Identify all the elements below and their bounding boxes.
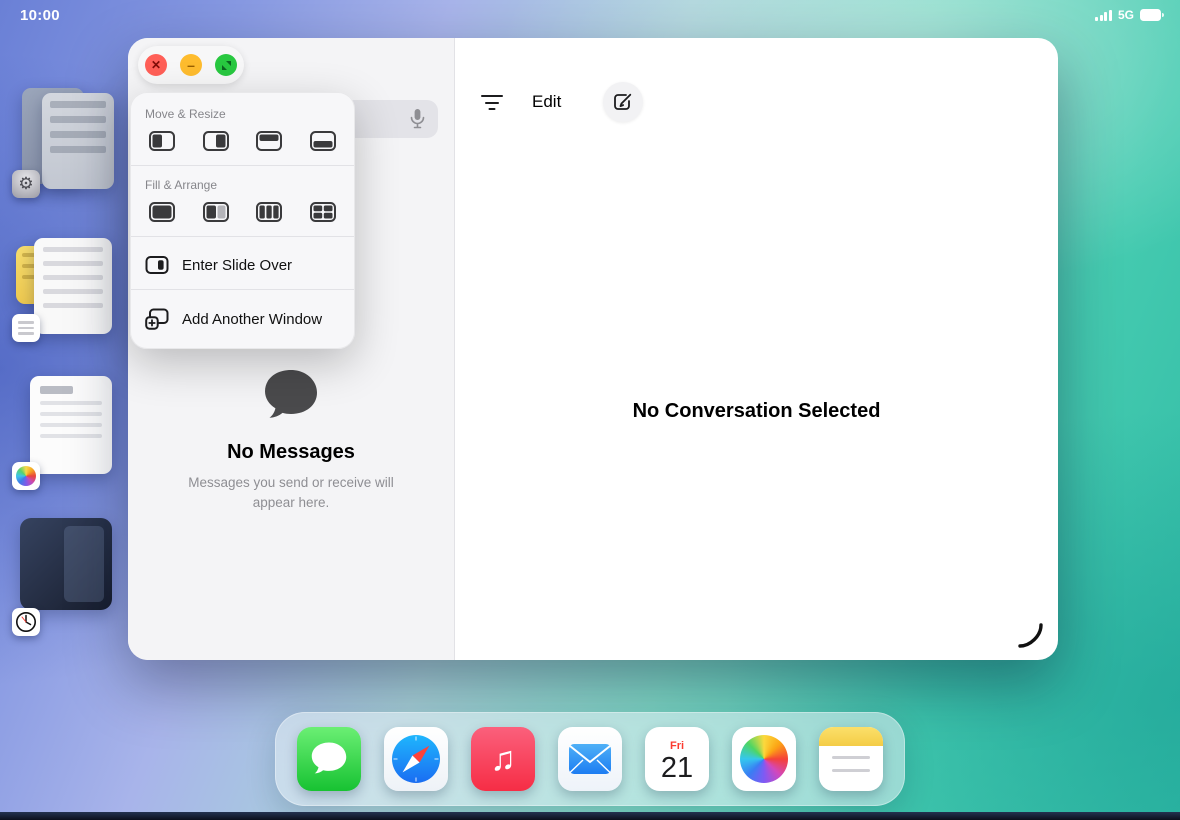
edit-button[interactable]: Edit [532, 92, 561, 112]
microphone-icon[interactable] [410, 108, 425, 134]
no-messages-empty-state: No Messages Messages you send or receive… [128, 368, 454, 512]
close-window-button[interactable]: ✕ [145, 54, 167, 76]
fill-arrange-section-label: Fill & Arrange [131, 176, 354, 200]
network-type-label: 5G [1118, 8, 1134, 22]
dock: ♫ Fri 21 [275, 712, 905, 806]
window-traffic-lights: ✕ – [138, 46, 244, 84]
add-another-window-item[interactable]: Add Another Window [131, 300, 354, 344]
split-left-icon[interactable] [201, 200, 231, 224]
messages-app-window: Edit Move & Resize [128, 38, 1058, 660]
settings-app-icon[interactable]: ⚙ [12, 170, 40, 198]
recent-app-thumbnail-notes[interactable] [34, 238, 112, 334]
ipad-home-screen: 10:00 5G ⚙ [0, 0, 1180, 820]
notes-mini-app-icon[interactable] [12, 314, 40, 342]
move-resize-section-label: Move & Resize [131, 105, 354, 129]
compose-button[interactable] [603, 82, 643, 122]
conversation-list-pane: Edit Move & Resize [128, 38, 455, 660]
grid-quarters-icon[interactable] [308, 200, 338, 224]
filter-icon[interactable] [480, 95, 504, 111]
move-bottom-icon[interactable] [308, 129, 338, 153]
minimize-window-button[interactable]: – [180, 54, 202, 76]
move-resize-options [131, 129, 354, 165]
move-left-icon[interactable] [147, 129, 177, 153]
fill-full-icon[interactable] [147, 200, 177, 224]
clock-app-icon[interactable] [12, 608, 40, 636]
compose-icon [613, 92, 633, 112]
safari-compass-icon [390, 733, 442, 785]
no-messages-title: No Messages [128, 441, 454, 464]
mail-app-icon[interactable] [558, 727, 622, 791]
battery-icon [1140, 9, 1164, 21]
slide-over-icon [145, 255, 169, 275]
photos-mini-app-icon[interactable] [12, 462, 40, 490]
window-controls-menu: Move & Resize Fill & Arra [130, 92, 355, 349]
music-note-icon: ♫ [490, 742, 516, 776]
calendar-day-label: 21 [661, 752, 693, 785]
zoom-arrows-icon [221, 60, 232, 71]
enter-slide-over-label: Enter Slide Over [182, 257, 292, 274]
cellular-signal-icon [1095, 10, 1112, 21]
recent-app-thumbnail-settings-front[interactable] [42, 93, 114, 189]
notes-app-icon[interactable] [819, 727, 883, 791]
add-window-icon [145, 308, 169, 330]
recent-app-thumbnail-document[interactable] [30, 376, 112, 474]
fill-arrange-options [131, 200, 354, 236]
add-another-window-label: Add Another Window [182, 311, 322, 328]
photos-flower-icon [740, 735, 788, 783]
zoom-window-button[interactable] [215, 54, 237, 76]
move-top-icon[interactable] [254, 129, 284, 153]
safari-app-icon[interactable] [384, 727, 448, 791]
three-columns-icon[interactable] [254, 200, 284, 224]
clock-face-icon [15, 611, 37, 633]
move-right-icon[interactable] [201, 129, 231, 153]
notes-yellow-band [819, 727, 883, 746]
music-app-icon[interactable]: ♫ [471, 727, 535, 791]
enter-slide-over-item[interactable]: Enter Slide Over [131, 247, 354, 289]
calendar-app-icon[interactable]: Fri 21 [645, 727, 709, 791]
messages-bubble-icon [309, 740, 349, 778]
photos-app-icon[interactable] [732, 727, 796, 791]
messages-app-icon[interactable] [297, 727, 361, 791]
status-bar: 10:00 5G [0, 0, 1180, 30]
calendar-weekday-label: Fri [670, 740, 684, 752]
chat-bubble-icon [262, 368, 320, 427]
no-messages-subtitle: Messages you send or receive will appear… [169, 473, 413, 512]
no-conversation-title: No Conversation Selected [455, 400, 1058, 423]
window-resize-handle[interactable] [1018, 623, 1044, 654]
mail-envelope-icon [568, 743, 612, 775]
bottom-edge-strip [0, 812, 1180, 820]
status-time: 10:00 [20, 7, 60, 24]
recent-app-thumbnail-dark-app[interactable] [20, 518, 112, 610]
